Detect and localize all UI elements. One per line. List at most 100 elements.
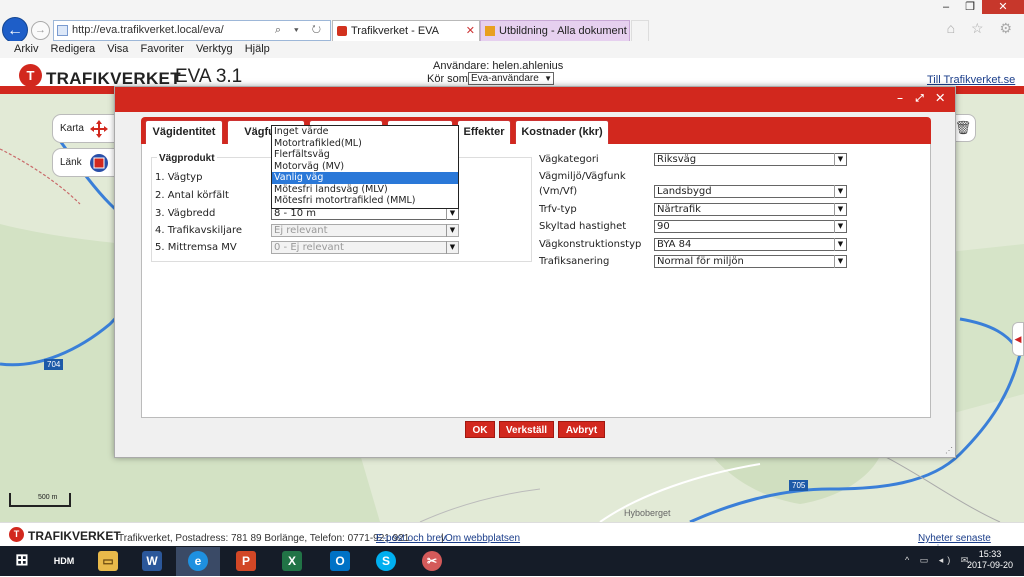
chevron-down-icon: ▼ <box>834 153 846 166</box>
dropdown-option-selected[interactable]: Vanlig väg <box>272 172 458 184</box>
word-icon: W <box>142 551 162 571</box>
vagtyp-dropdown-list[interactable]: Inget värde Motortrafikled(ML) Flerfälts… <box>271 125 459 209</box>
app-name: EVA 3.1 <box>175 66 243 87</box>
address-bar[interactable]: http://eva.trafikverket.local/eva/ ⌕ ▾ ↻ <box>53 20 331 41</box>
taskbar-skype[interactable]: S <box>364 547 408 576</box>
taskbar-hdm[interactable]: HDM <box>42 547 86 576</box>
address-controls-icon[interactable]: ⌕ ▾ ↻ <box>275 21 326 40</box>
taskbar-explorer[interactable]: ▭ <box>86 547 130 576</box>
apply-button[interactable]: Verkställ <box>499 421 554 438</box>
dropdown-option[interactable]: Motorväg (MV) <box>272 161 458 173</box>
taskbar-powerpoint[interactable]: P <box>224 547 268 576</box>
page-favicon <box>57 25 68 36</box>
tab-effekter[interactable]: Effekter <box>457 120 511 144</box>
tab-trafikverket-eva[interactable]: Trafikverket - EVA ✕ <box>332 20 480 42</box>
hastighet-select[interactable]: 90 ▼ <box>654 220 847 233</box>
forward-button[interactable]: → <box>31 21 50 40</box>
dialog-controls-icon[interactable]: – ⤢ ✕ <box>897 93 949 104</box>
footer-separator: | <box>441 533 444 544</box>
trafiksanering-select[interactable]: Normal för miljön ▼ <box>654 255 847 268</box>
tab-close-icon[interactable]: ✕ <box>466 21 475 42</box>
trafikverket-logo-icon: T <box>19 64 42 87</box>
footer-logo-text: TRAFIKVERKET <box>28 529 121 543</box>
field-label-trafiksanering: Trafiksanering <box>539 256 610 267</box>
ok-button[interactable]: OK <box>465 421 495 438</box>
tab-vagidentitet[interactable]: Vägidentitet <box>145 120 223 144</box>
field-label-vagmiljo: Vägmiljö/Vägfunk <box>539 171 626 182</box>
taskbar-snipping-tool[interactable]: ✂ <box>410 547 454 576</box>
dropdown-option[interactable]: Mötesfri motortrafikled (MML) <box>272 195 458 207</box>
menu-bar: Arkiv Redigera Visa Favoriter Verktyg Hj… <box>0 41 1024 58</box>
taskbar-word[interactable]: W <box>130 547 174 576</box>
trfv-typ-select[interactable]: Närtrafik ▼ <box>654 203 847 216</box>
field-label-vagtyp: 1. Vägtyp <box>155 172 203 183</box>
forward-arrow-icon: → <box>35 24 46 36</box>
menu-arkiv[interactable]: Arkiv <box>14 43 38 55</box>
link-map-icon <box>90 154 108 172</box>
chevron-down-icon: ▼ <box>834 255 846 268</box>
vagkategori-select[interactable]: Riksväg ▼ <box>654 153 847 166</box>
clock-date: 2017-09-20 <box>966 560 1014 570</box>
menu-hjalp[interactable]: Hjälp <box>245 43 270 55</box>
run-as-select[interactable]: Eva-användare ▼ <box>468 72 554 85</box>
restore-icon[interactable]: ❐ <box>958 0 982 14</box>
tab-kostnader[interactable]: Kostnader (kkr) <box>515 120 609 144</box>
clock-time: 15:33 <box>978 549 1002 559</box>
menu-redigera[interactable]: Redigera <box>51 43 96 55</box>
menu-verktyg[interactable]: Verktyg <box>196 43 233 55</box>
footer-link-email[interactable]: E-post och brev <box>376 533 446 544</box>
collapse-panel-icon[interactable]: ◀ <box>1012 322 1024 356</box>
start-button[interactable]: ⊞ <box>0 547 44 576</box>
chevron-down-icon: ▼ <box>544 74 552 83</box>
trafikverket-link[interactable]: Till Trafikverket.se <box>927 74 1015 86</box>
powerpoint-icon: P <box>236 551 256 571</box>
road-label: 705 <box>789 480 809 491</box>
back-arrow-icon: ← <box>7 22 23 39</box>
cancel-button[interactable]: Avbryt <box>558 421 605 438</box>
field-label-skyltad-hastighet: Skyltad hastighet <box>539 221 627 232</box>
windows-logo-icon: ⊞ <box>15 552 29 569</box>
browser-toolbar-icons[interactable]: ⌂ ☆ ⚙ <box>947 20 1018 37</box>
taskbar-internet-explorer[interactable]: e <box>176 547 220 576</box>
scissors-icon: ✂ <box>422 551 442 571</box>
close-window-icon[interactable]: ✕ <box>982 0 1024 14</box>
dropdown-option[interactable]: Mötesfri landsväg (MLV) <box>272 184 458 196</box>
field-label-mittremsa: 5. Mittremsa MV <box>155 242 237 253</box>
trafikavskiljare-select: Ej relevant ▼ <box>271 224 459 237</box>
user-label: Användare: helen.ahlenius <box>433 60 564 72</box>
chevron-down-icon: ▼ <box>834 185 846 198</box>
road-label: 704 <box>44 359 64 370</box>
dropdown-option[interactable]: Flerfältsväg <box>272 149 458 161</box>
trafiksanering-value: Normal för miljön <box>657 256 744 267</box>
menu-favoriter[interactable]: Favoriter <box>140 43 183 55</box>
resize-grip-icon[interactable]: ⋰ <box>945 446 953 455</box>
hdm-icon: HDM <box>53 556 75 566</box>
folder-icon: ▭ <box>98 551 118 571</box>
new-tab-button[interactable] <box>631 20 649 42</box>
dropdown-option[interactable]: Motortrafikled(ML) <box>272 138 458 150</box>
dialog-titlebar[interactable]: – ⤢ ✕ <box>115 87 955 112</box>
back-button[interactable]: ← <box>2 17 28 43</box>
chevron-down-icon: ▼ <box>446 241 458 254</box>
map-tool-karta[interactable]: Karta <box>52 114 122 143</box>
taskbar-outlook[interactable]: O <box>318 547 362 576</box>
field-label-trfv-typ: Trfv-typ <box>539 204 577 215</box>
vagmiljo-select[interactable]: Landsbygd ▼ <box>654 185 847 198</box>
taskbar-excel[interactable]: X <box>270 547 314 576</box>
footer-link-about[interactable]: Om webbplatsen <box>445 533 520 544</box>
address-text: http://eva.trafikverket.local/eva/ <box>72 24 224 36</box>
internet-explorer-icon: e <box>188 551 208 571</box>
outlook-icon: O <box>330 551 350 571</box>
taskbar-clock[interactable]: 15:33 2017-09-20 <box>960 549 1020 571</box>
trafikverket-favicon <box>337 26 347 36</box>
tab-utbildning[interactable]: Utbildning - Alla dokument <box>480 20 630 42</box>
vagkonstruktionstyp-select[interactable]: BYA 84 ▼ <box>654 238 847 251</box>
chevron-down-icon: ▼ <box>834 238 846 251</box>
map-tool-lank[interactable]: Länk <box>52 148 122 177</box>
menu-visa[interactable]: Visa <box>107 43 128 55</box>
minimize-icon[interactable]: – <box>934 0 958 14</box>
move-arrows-icon <box>90 120 108 138</box>
trafikverket-logo-icon: T <box>9 527 24 542</box>
dropdown-option[interactable]: Inget värde <box>272 126 458 138</box>
excel-icon: X <box>282 551 302 571</box>
